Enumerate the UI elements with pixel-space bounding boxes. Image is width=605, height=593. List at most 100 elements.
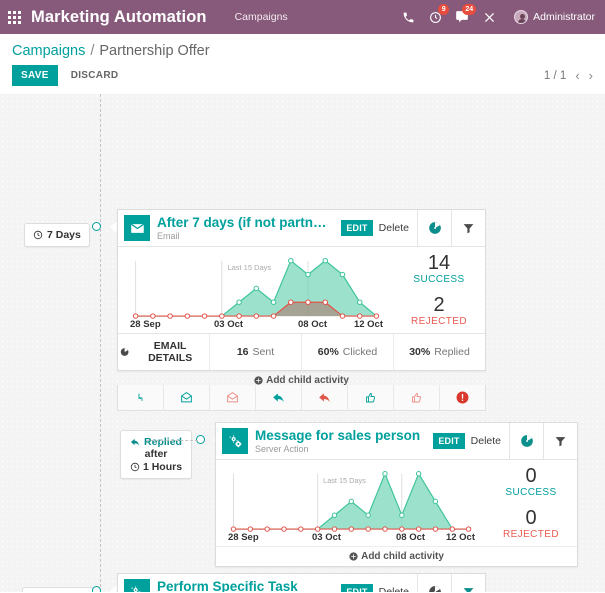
activity-card-1-detail-bar: EMAIL DETAILS 16 Sent 60% Clicked 30% Re… bbox=[118, 333, 485, 370]
phone-icon[interactable] bbox=[400, 9, 416, 25]
activity-card-1: After 7 days (if not partner yet) Email … bbox=[117, 209, 486, 371]
reply-icon bbox=[272, 391, 286, 405]
activity-card-2-xtick-1: 03 Oct bbox=[312, 532, 341, 543]
email-details-button[interactable]: EMAIL DETAILS bbox=[118, 334, 209, 370]
child-activity-replied-button[interactable] bbox=[255, 385, 301, 410]
activity-card-3-delete-button[interactable]: Delete bbox=[379, 586, 409, 592]
node-1-delay-badge[interactable]: 7 Days bbox=[24, 223, 90, 247]
node-2-connector-line bbox=[146, 440, 198, 441]
replied-stat: 30% Replied bbox=[393, 334, 485, 370]
activity-card-3-funnel-icon[interactable] bbox=[451, 574, 485, 592]
activity-card-1-rejected-label: REJECTED bbox=[411, 316, 467, 327]
messages-icon[interactable]: 24 bbox=[454, 9, 470, 25]
activity-card-2-pie-chart-icon[interactable] bbox=[509, 423, 543, 459]
child-activity-not-opened-button[interactable] bbox=[209, 385, 255, 410]
activity-card-1-funnel-icon[interactable] bbox=[451, 210, 485, 246]
node-2-trigger-line2: after bbox=[129, 448, 183, 460]
activity-card-2-xtick-0: 28 Sep bbox=[228, 532, 259, 543]
sent-value: 16 bbox=[237, 346, 249, 358]
child-activity-not-replied-button[interactable] bbox=[301, 385, 347, 410]
activity-card-1-chart-annotation: Last 15 Days bbox=[227, 263, 271, 272]
activity-card-1-xtick-0: 28 Sep bbox=[130, 319, 161, 330]
node-2-trigger-line3-text: 1 Hours bbox=[143, 461, 182, 473]
child-activity-click-button[interactable] bbox=[118, 385, 163, 410]
clock-icon bbox=[130, 462, 140, 472]
activity-card-2-chart-annotation: Last 15 Days bbox=[323, 476, 366, 485]
app-title: Marketing Automation bbox=[31, 8, 207, 27]
activity-card-1-chart: Last 15 Days 28 Sep 03 Oct 08 Oct 12 Oct bbox=[118, 251, 393, 333]
node-1-arrow bbox=[110, 221, 117, 233]
node-3-arrow bbox=[110, 585, 117, 592]
activity-card-1-delete-button[interactable]: Delete bbox=[379, 222, 409, 234]
activity-card-1-xtick-1: 03 Oct bbox=[214, 319, 243, 330]
clicked-value: 60% bbox=[318, 346, 339, 358]
envelope-icon bbox=[124, 215, 150, 241]
activity-card-2-xtick-3: 12 Oct bbox=[446, 532, 475, 543]
cursor-click-icon bbox=[135, 392, 147, 404]
node-3-connector-dot bbox=[92, 586, 101, 592]
menu-campaigns[interactable]: Campaigns bbox=[235, 11, 288, 23]
shortcut-icon[interactable] bbox=[481, 9, 497, 25]
activity-card-2-header: Message for sales person Server Action E… bbox=[216, 423, 577, 460]
clock-icon bbox=[33, 230, 43, 240]
breadcrumb-separator: / bbox=[90, 43, 94, 59]
node-2-trigger-badge[interactable]: Replied after 1 Hours bbox=[120, 430, 192, 479]
thumbs-up-icon bbox=[411, 392, 423, 404]
node-1-connector-dot bbox=[92, 222, 101, 231]
activity-card-3-edit-button[interactable]: EDIT bbox=[341, 584, 372, 592]
node-2-trigger-line1-text: Replied bbox=[144, 436, 182, 448]
activity-card-1-stats: 14 SUCCESS 2 REJECTED bbox=[393, 251, 485, 333]
apps-grid-icon[interactable] bbox=[8, 11, 21, 24]
save-button[interactable]: SAVE bbox=[12, 65, 58, 86]
activity-card-1-titles: After 7 days (if not partner yet) Email bbox=[157, 210, 333, 246]
activity-card-2-title: Message for sales person bbox=[255, 428, 425, 444]
sent-label: Sent bbox=[253, 346, 275, 358]
activity-card-1-chart-svg: Last 15 Days bbox=[130, 257, 383, 329]
avatar bbox=[514, 10, 528, 24]
activity-card-1-actions: EDIT Delete bbox=[333, 210, 417, 246]
node-1-delay-text: 7 Days bbox=[47, 229, 81, 241]
user-name: Administrator bbox=[533, 11, 595, 23]
activity-card-2-xtick-2: 08 Oct bbox=[396, 532, 425, 543]
child-activity-opened-button[interactable] bbox=[163, 385, 209, 410]
child-activity-clicked-button[interactable] bbox=[347, 385, 393, 410]
envelope-open-icon bbox=[180, 391, 193, 404]
pager: 1 / 1 ‹ › bbox=[544, 68, 593, 83]
activity-card-1-pie-chart-icon[interactable] bbox=[417, 210, 451, 246]
envelope-open-icon bbox=[226, 391, 239, 404]
discard-button[interactable]: DISCARD bbox=[62, 65, 128, 86]
activity-card-1-title: After 7 days (if not partner yet) bbox=[157, 215, 333, 231]
activity-card-2-add-child-activity[interactable]: Add child activity bbox=[216, 546, 577, 566]
child-activity-bounced-button[interactable] bbox=[439, 385, 485, 410]
breadcrumb-campaigns[interactable]: Campaigns bbox=[12, 43, 85, 59]
activity-card-2-rejected-label: REJECTED bbox=[503, 529, 559, 540]
user-menu[interactable]: Administrator bbox=[514, 10, 595, 24]
reply-icon bbox=[130, 437, 141, 448]
child-activity-not-clicked-button[interactable] bbox=[393, 385, 439, 410]
activity-card-2-delete-button[interactable]: Delete bbox=[471, 435, 501, 447]
error-circle-icon bbox=[456, 391, 469, 404]
activity-card-2-funnel-icon[interactable] bbox=[543, 423, 577, 459]
activity-card-3-titles: Perform Specific Task Server Action bbox=[157, 574, 333, 592]
plus-circle-icon bbox=[254, 376, 263, 385]
pager-prev-button[interactable]: ‹ bbox=[575, 68, 579, 83]
node-2-trigger-line1: Replied bbox=[129, 436, 183, 448]
activity-clock-icon[interactable]: 9 bbox=[427, 9, 443, 25]
pie-chart-icon bbox=[120, 347, 129, 357]
plus-circle-icon bbox=[349, 552, 358, 561]
node-3-delay-badge[interactable]: 10 Days bbox=[22, 587, 94, 592]
workflow-trunk-line bbox=[100, 94, 101, 592]
topbar-right-group: 9 24 Administrator bbox=[400, 9, 595, 25]
activity-card-2-edit-button[interactable]: EDIT bbox=[433, 433, 464, 449]
activity-card-1-header: After 7 days (if not partner yet) Email … bbox=[118, 210, 485, 247]
activity-card-1-edit-button[interactable]: EDIT bbox=[341, 220, 372, 236]
activity-card-3-pie-chart-icon[interactable] bbox=[417, 574, 451, 592]
record-controls: SAVE DISCARD 1 / 1 ‹ › bbox=[0, 59, 605, 94]
activity-card-2: Message for sales person Server Action E… bbox=[215, 422, 578, 567]
breadcrumb: Campaigns / Partnership Offer bbox=[0, 34, 605, 59]
activity-card-1-success-label: SUCCESS bbox=[413, 274, 464, 285]
activity-card-2-rejected-value: 0 bbox=[525, 508, 536, 529]
activity-badge: 9 bbox=[438, 4, 449, 15]
pager-next-button[interactable]: › bbox=[589, 68, 593, 83]
activity-card-3: Perform Specific Task Server Action EDIT… bbox=[117, 573, 486, 592]
